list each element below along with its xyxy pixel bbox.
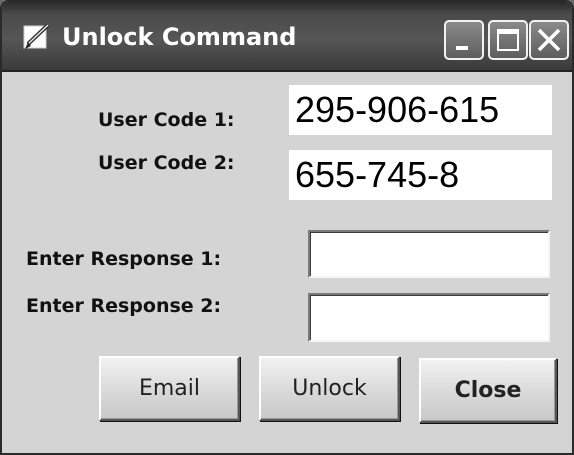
- response-2-input[interactable]: [308, 293, 550, 342]
- minimize-icon: [456, 46, 468, 50]
- dialog-body: User Code 1: 295-906-615 User Code 2: 65…: [2, 72, 572, 453]
- email-button[interactable]: Email: [99, 356, 240, 421]
- close-button[interactable]: Close: [419, 358, 557, 423]
- user-code-1-label: User Code 1:: [98, 109, 235, 131]
- response-1-label: Enter Response 1:: [26, 248, 222, 270]
- response-2-label: Enter Response 2:: [26, 295, 222, 317]
- close-window-button[interactable]: [529, 20, 569, 60]
- maximize-icon: [497, 29, 519, 51]
- title-bar[interactable]: Unlock Command: [2, 2, 572, 72]
- maximize-button[interactable]: [488, 20, 528, 60]
- unlock-button[interactable]: Unlock: [259, 356, 400, 421]
- window-title: Unlock Command: [62, 23, 297, 51]
- edit-pencil-icon: [22, 22, 52, 52]
- close-icon: [537, 28, 561, 52]
- response-1-input[interactable]: [308, 230, 550, 278]
- user-code-2-value: 655-745-8: [289, 150, 552, 200]
- unlock-command-window: Unlock Command User Code 1: 295-906-615 …: [0, 0, 574, 455]
- user-code-2-label: User Code 2:: [98, 152, 235, 174]
- minimize-button[interactable]: [444, 20, 484, 60]
- user-code-1-value: 295-906-615: [289, 85, 552, 135]
